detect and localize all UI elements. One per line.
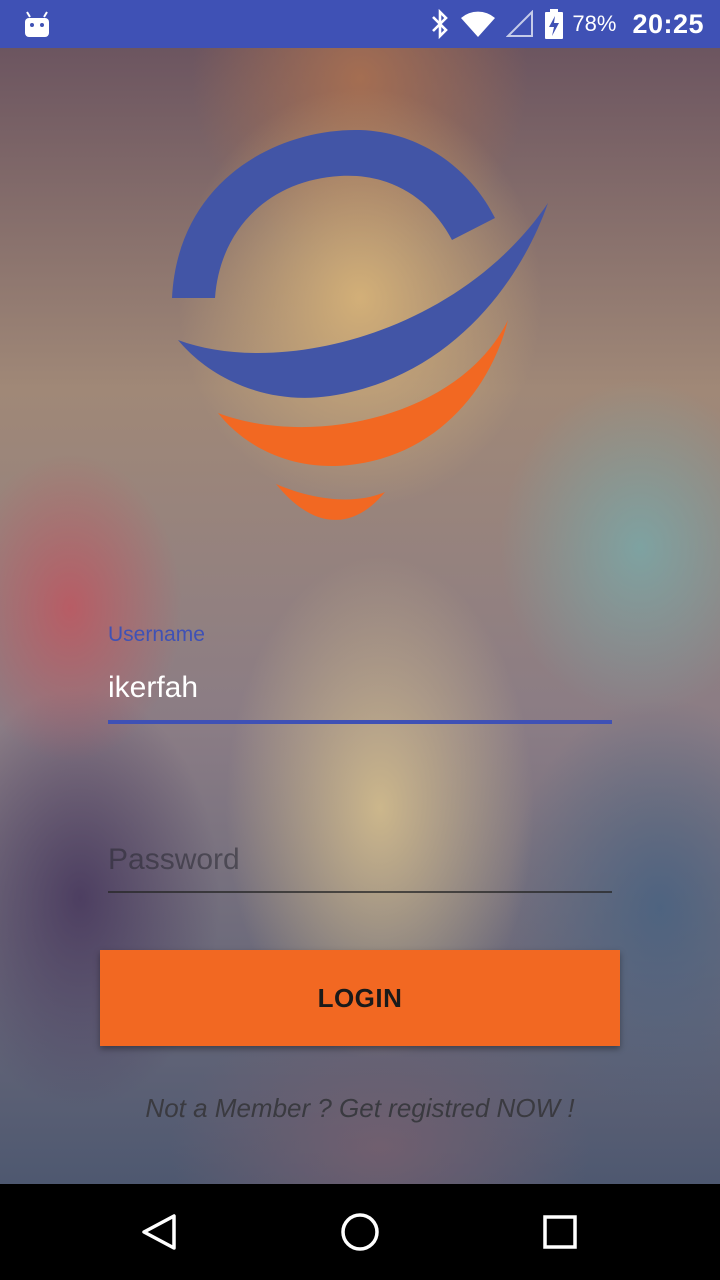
cell-signal-icon bbox=[506, 10, 534, 37]
navigation-bar bbox=[0, 1184, 720, 1280]
battery-percent: 78% bbox=[572, 11, 617, 36]
android-debug-icon bbox=[25, 11, 49, 37]
wifi-icon bbox=[461, 11, 496, 37]
home-icon[interactable] bbox=[336, 1208, 384, 1256]
back-icon[interactable] bbox=[136, 1208, 184, 1256]
username-underline bbox=[108, 720, 612, 724]
password-underline bbox=[108, 891, 612, 893]
password-field[interactable]: Password bbox=[108, 843, 612, 903]
globe-swoosh-logo bbox=[172, 129, 548, 520]
register-link[interactable]: Not a Member ? Get registred NOW ! bbox=[0, 1093, 720, 1124]
username-label: Username bbox=[108, 623, 205, 646]
username-field[interactable]: Username ikerfah bbox=[108, 623, 612, 728]
recent-apps-icon[interactable] bbox=[536, 1208, 584, 1256]
login-screen: Username ikerfah Password LOGIN Not a Me… bbox=[0, 48, 720, 1184]
status-clock: 20:25 bbox=[632, 8, 704, 39]
status-icons: 78% 20:25 bbox=[420, 0, 704, 48]
bluetooth-icon bbox=[432, 9, 449, 39]
password-input[interactable]: Password bbox=[108, 843, 240, 877]
battery-charging-icon bbox=[545, 9, 564, 39]
login-button[interactable]: LOGIN bbox=[100, 950, 620, 1046]
status-bar: 78% 20:25 bbox=[0, 0, 720, 48]
username-input[interactable]: ikerfah bbox=[108, 671, 612, 705]
